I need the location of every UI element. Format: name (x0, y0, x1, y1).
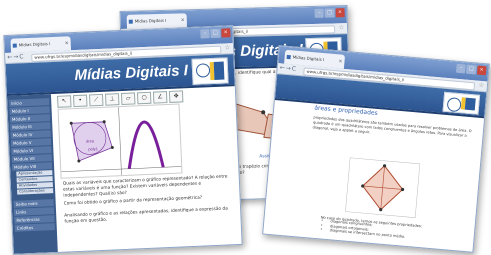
window-controls: – □ × (200, 28, 231, 39)
star-icon[interactable]: ☆ (478, 82, 484, 89)
close-button[interactable]: × (476, 65, 487, 76)
close-button[interactable]: × (220, 28, 231, 38)
polygon-tool-icon[interactable]: ▱ (120, 92, 136, 106)
minimize-button[interactable]: – (455, 63, 467, 74)
tab-title: Mídias Digitais I (18, 41, 51, 48)
favicon-icon (286, 54, 291, 60)
paragraph-3: Analisando o gráfico e as relações apres… (64, 206, 228, 225)
close-tab-icon[interactable]: × (338, 54, 343, 68)
label-area: área (86, 138, 95, 143)
parabola-curve (127, 120, 165, 169)
y-axis (118, 107, 122, 176)
move-view-tool-icon[interactable]: ✥ (168, 90, 184, 103)
nav-arrows-icon[interactable]: ←→C (7, 53, 25, 61)
label-poly: poly1 (88, 146, 99, 151)
menu-item[interactable]: Créditos (14, 223, 55, 232)
window-controls: – □ × (455, 63, 487, 76)
seal-icon (446, 97, 462, 113)
maximize-button[interactable]: □ (466, 64, 477, 75)
move-tool-icon[interactable]: ↖ (57, 95, 72, 108)
maximize-button[interactable]: □ (210, 28, 221, 39)
logo-bar-blue (464, 97, 476, 111)
maximize-button[interactable]: □ (324, 8, 335, 18)
tab-title: Mídias Digitais I (134, 17, 167, 24)
seal-icon (195, 63, 211, 78)
ufrgs-logo (191, 57, 229, 85)
paragraph-text: propriedades dos quadriláteros são també… (312, 115, 472, 138)
perpendicular-tool-icon[interactable]: ⊥ (104, 93, 120, 106)
main-content: ↖ • ⟋ ⊥ ▱ ○ ∠ ✥ área poly1 Quais as vari… (53, 86, 238, 252)
close-tab-icon[interactable]: × (64, 36, 69, 50)
browser-window-right: Mídias Digitais I × – □ × ←→C www.ufrgs.br/… (262, 45, 490, 253)
favicon-icon (128, 19, 133, 24)
geogebra-graph[interactable]: área poly1 (57, 103, 183, 179)
star-icon[interactable]: ☆ (339, 24, 345, 31)
page-title: Mídias Digitais I (74, 62, 189, 85)
square-diagonals-applet[interactable] (340, 154, 425, 221)
minimize-button[interactable]: – (200, 29, 210, 39)
window-controls: – □ × (314, 8, 345, 18)
browser-window-front: Mídias Digitais I × – □ × ←→C www.ufrgs.br/… (3, 25, 243, 255)
minimize-button[interactable]: – (314, 8, 325, 18)
tab-title: Mídias Digitais I (292, 54, 325, 63)
circle-tool-icon[interactable]: ○ (136, 91, 152, 105)
angle-tool-icon[interactable]: ∠ (152, 91, 168, 104)
ufrgs-logo (442, 91, 481, 115)
point-tool-icon[interactable]: • (72, 94, 88, 108)
sidebar-menu: Início Módulo I Módulo II Módulo III Mód… (6, 94, 58, 254)
logo-bar-blue (213, 61, 225, 80)
close-button[interactable]: × (335, 8, 345, 18)
favicon-icon (12, 43, 17, 48)
line-tool-icon[interactable]: ⟋ (88, 93, 104, 107)
star-icon[interactable]: ☆ (225, 44, 231, 51)
nav-arrows-icon[interactable]: ←→C (279, 64, 297, 72)
close-tab-icon[interactable]: × (180, 13, 185, 27)
